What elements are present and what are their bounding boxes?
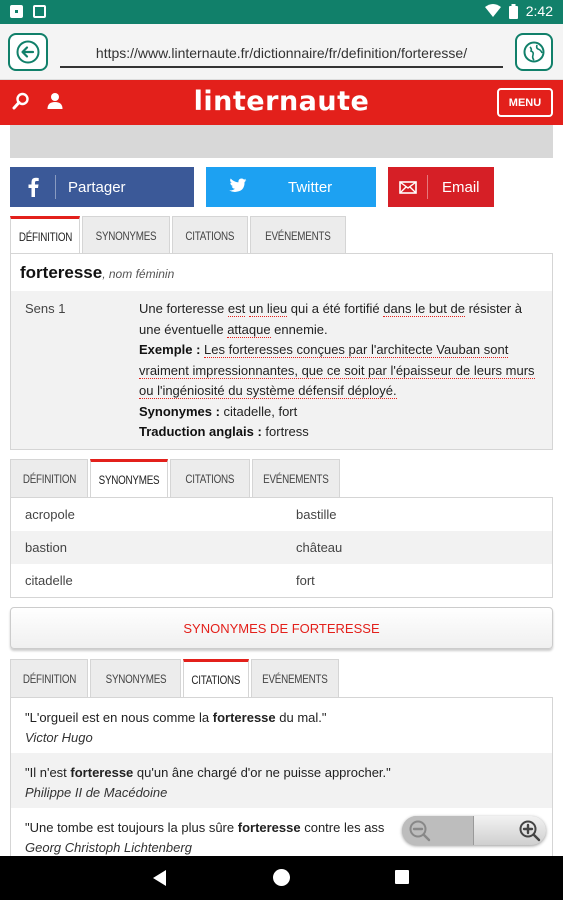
tab-synonymes[interactable]: SYNONYMES — [90, 459, 168, 497]
translation-text: fortress — [265, 424, 309, 439]
quote-text: "L'orgueil est en nous comme la forteres… — [25, 710, 327, 725]
notification-icon — [10, 5, 23, 18]
notification-icon — [33, 5, 46, 18]
back-button[interactable] — [8, 33, 48, 71]
word-type: , nom féminin — [102, 267, 175, 281]
synonyms-table: acropole bastille bastion château citade… — [10, 497, 553, 598]
synonyms-label: Synonymes : — [139, 403, 224, 419]
table-row: bastion château — [11, 531, 552, 564]
url-input[interactable] — [60, 36, 503, 68]
battery-icon — [508, 3, 518, 19]
site-header: linternaute MENU — [0, 80, 563, 125]
citation-tabs: DÉFINITION SYNONYMES CITATIONS EVÉNEMENT… — [10, 659, 341, 697]
status-time: 2:42 — [525, 3, 553, 19]
facebook-share-button[interactable]: Partager — [10, 167, 194, 207]
tab-definition[interactable]: DÉFINITION — [10, 216, 80, 254]
system-nav-bar — [0, 856, 563, 900]
word-heading: forteresse, nom féminin — [20, 263, 174, 283]
arrow-left-icon — [16, 40, 40, 64]
ad-banner — [10, 125, 553, 158]
definition-text: Une forteresse — [139, 301, 228, 316]
email-share-button[interactable]: Email — [388, 167, 494, 207]
sense-box: Sens 1 Une forteresse est un lieu qui a … — [11, 291, 552, 449]
tab-citations[interactable]: CITATIONS — [183, 659, 249, 697]
site-logo[interactable]: linternaute — [0, 86, 563, 117]
tab-evenements[interactable]: EVÉNEMENTS — [250, 216, 346, 254]
synonym-link[interactable]: fort — [296, 573, 315, 588]
definition-text: ennemie. — [270, 321, 328, 337]
translation-label: Traduction anglais : — [139, 424, 266, 439]
example-label: Exemple : — [139, 342, 205, 357]
nav-recents-icon[interactable] — [395, 870, 409, 884]
globe-icon — [523, 41, 545, 63]
synonym-link[interactable]: bastille — [296, 507, 336, 522]
definition-link[interactable]: un lieu — [248, 301, 288, 317]
definition-link[interactable]: dans le but de — [383, 301, 465, 317]
synonym-link[interactable]: citadelle — [25, 573, 73, 588]
zoom-in-button[interactable] — [474, 816, 546, 845]
wifi-icon — [484, 4, 501, 17]
tab-citations[interactable]: CITATIONS — [172, 216, 248, 254]
tab-definition[interactable]: DÉFINITION — [10, 459, 88, 497]
tab-synonymes[interactable]: SYNONYMES — [82, 216, 170, 254]
tab-synonymes[interactable]: SYNONYMES — [90, 659, 181, 697]
list-item: "L'orgueil est en nous comme la forteres… — [11, 698, 552, 753]
quote-author[interactable]: Victor Hugo — [25, 728, 538, 748]
email-icon — [388, 175, 428, 199]
zoom-control — [402, 816, 546, 845]
table-row: citadelle fort — [11, 564, 552, 597]
definition-panel: forteresse, nom féminin Sens 1 Une forte… — [10, 253, 553, 450]
synonym-link[interactable]: bastion — [25, 540, 67, 555]
synonym-link[interactable]: acropole — [25, 507, 75, 522]
list-item: "Il n'est forteresse qu'un âne chargé d'… — [11, 753, 552, 808]
synonyms-text: citadelle, fort — [223, 403, 298, 419]
definition-text: qui a été fortifié — [287, 301, 384, 316]
globe-button[interactable] — [515, 33, 553, 71]
nav-back-icon[interactable] — [153, 870, 166, 886]
synonym-link[interactable]: château — [296, 540, 342, 555]
zoom-in-icon — [519, 820, 541, 841]
facebook-icon — [10, 175, 56, 199]
twitter-icon — [206, 175, 266, 199]
synonym-tabs: DÉFINITION SYNONYMES CITATIONS EVÉNEMENT… — [10, 459, 342, 497]
definition-link[interactable]: est — [227, 301, 246, 317]
word-title: forteresse — [20, 263, 103, 282]
tab-evenements[interactable]: EVÉNEMENTS — [252, 459, 340, 497]
definition-link[interactable]: attaque — [227, 321, 271, 338]
quote-author[interactable]: Philippe II de Macédoine — [25, 783, 538, 803]
table-row: acropole bastille — [11, 498, 552, 531]
browser-bar — [0, 24, 563, 80]
email-share-label: Email — [442, 178, 480, 196]
twitter-share-button[interactable]: Twitter — [206, 167, 376, 207]
status-bar: 2:42 — [0, 0, 563, 24]
tab-evenements[interactable]: EVÉNEMENTS — [251, 659, 339, 697]
sense-text: Une forteresse est un lieu qui a été for… — [139, 299, 539, 443]
zoom-out-icon — [409, 820, 431, 841]
tab-citations[interactable]: CITATIONS — [170, 459, 250, 497]
sense-label: Sens 1 — [25, 301, 66, 316]
zoom-out-button[interactable] — [402, 816, 474, 845]
all-synonyms-button[interactable]: SYNONYMES DE FORTERESSE — [10, 607, 553, 649]
tab-definition[interactable]: DÉFINITION — [10, 659, 88, 697]
twitter-share-label: Twitter — [288, 178, 333, 196]
nav-home-icon[interactable] — [273, 869, 290, 886]
quote-text: "Il n'est forteresse qu'un âne chargé d'… — [25, 765, 391, 780]
facebook-share-label: Partager — [68, 178, 126, 196]
menu-button[interactable]: MENU — [497, 88, 553, 117]
definition-tabs: DÉFINITION SYNONYMES CITATIONS EVÉNEMENT… — [10, 216, 348, 254]
